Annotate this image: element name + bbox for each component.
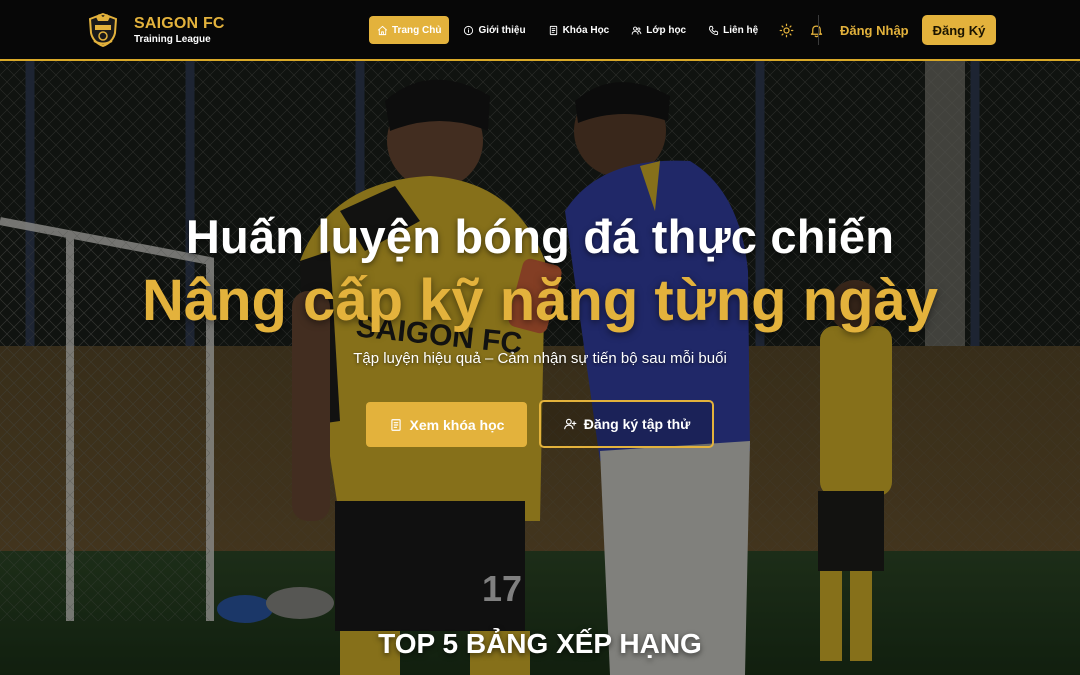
sun-icon [779, 23, 794, 37]
hero-headline-accent: Nâng cấp kỹ năng từng ngày [141, 268, 939, 333]
book-icon [549, 25, 557, 35]
users-icon [631, 26, 642, 35]
login-button[interactable]: Đăng Nhập [828, 16, 921, 44]
bell-icon [810, 25, 822, 37]
leaderboard-title: TOP 5 BẢNG XẾP HẠNG [378, 628, 702, 659]
nav-item-classes[interactable]: Lớp học [623, 16, 694, 44]
nav-item-label: Giới thiệu [478, 24, 526, 36]
brand[interactable]: SAIGON FC Training League [88, 13, 225, 47]
user-plus-icon [563, 418, 577, 430]
nav-item-contact[interactable]: Liên hệ [700, 16, 766, 44]
nav-item-label: Liên hệ [723, 24, 759, 36]
book-icon [390, 418, 401, 431]
navbar: SAIGON FC Training League Trang Chủ Giới… [0, 0, 1080, 61]
nav-item-home[interactable]: Trang Chủ [369, 16, 450, 44]
brand-name: SAIGON FC [134, 15, 225, 32]
nav-item-label: Khóa Học [562, 24, 610, 36]
notifications-button[interactable] [802, 16, 830, 44]
club-crest-icon [88, 13, 118, 47]
theme-toggle-button[interactable] [772, 16, 800, 44]
hero-section: SAIGON FC 17 Huấn luyện bóng đá thực chi… [0, 61, 1080, 675]
nav-item-label: Trang Chủ [392, 24, 442, 36]
nav-item-about[interactable]: Giới thiệu [455, 16, 533, 44]
home-icon [377, 25, 388, 35]
info-icon [464, 25, 474, 35]
nav-item-courses[interactable]: Khóa Học [540, 16, 618, 44]
brand-subtitle: Training League [134, 34, 211, 45]
hero-headline: Huấn luyện bóng đá thực chiến [185, 210, 895, 263]
hero-subline: Tập luyện hiệu quả – Cảm nhận sự tiến bộ… [353, 350, 727, 367]
register-button[interactable]: Đăng Ký [922, 15, 996, 45]
hero-content: Huấn luyện bóng đá thực chiến Nâng cấp k… [0, 61, 1080, 675]
trial-signup-button[interactable]: Đăng ký tập thử [539, 400, 714, 448]
nav-item-label: Lớp học [646, 24, 687, 36]
nav-divider [818, 15, 819, 45]
view-courses-label: Xem khóa học [409, 416, 505, 433]
phone-icon [709, 25, 719, 35]
view-courses-button[interactable]: Xem khóa học [366, 402, 527, 447]
main-nav: Trang Chủ Giới thiệu Khóa Học Lớp học Li… [369, 16, 832, 44]
trial-signup-label: Đăng ký tập thử [583, 416, 691, 432]
